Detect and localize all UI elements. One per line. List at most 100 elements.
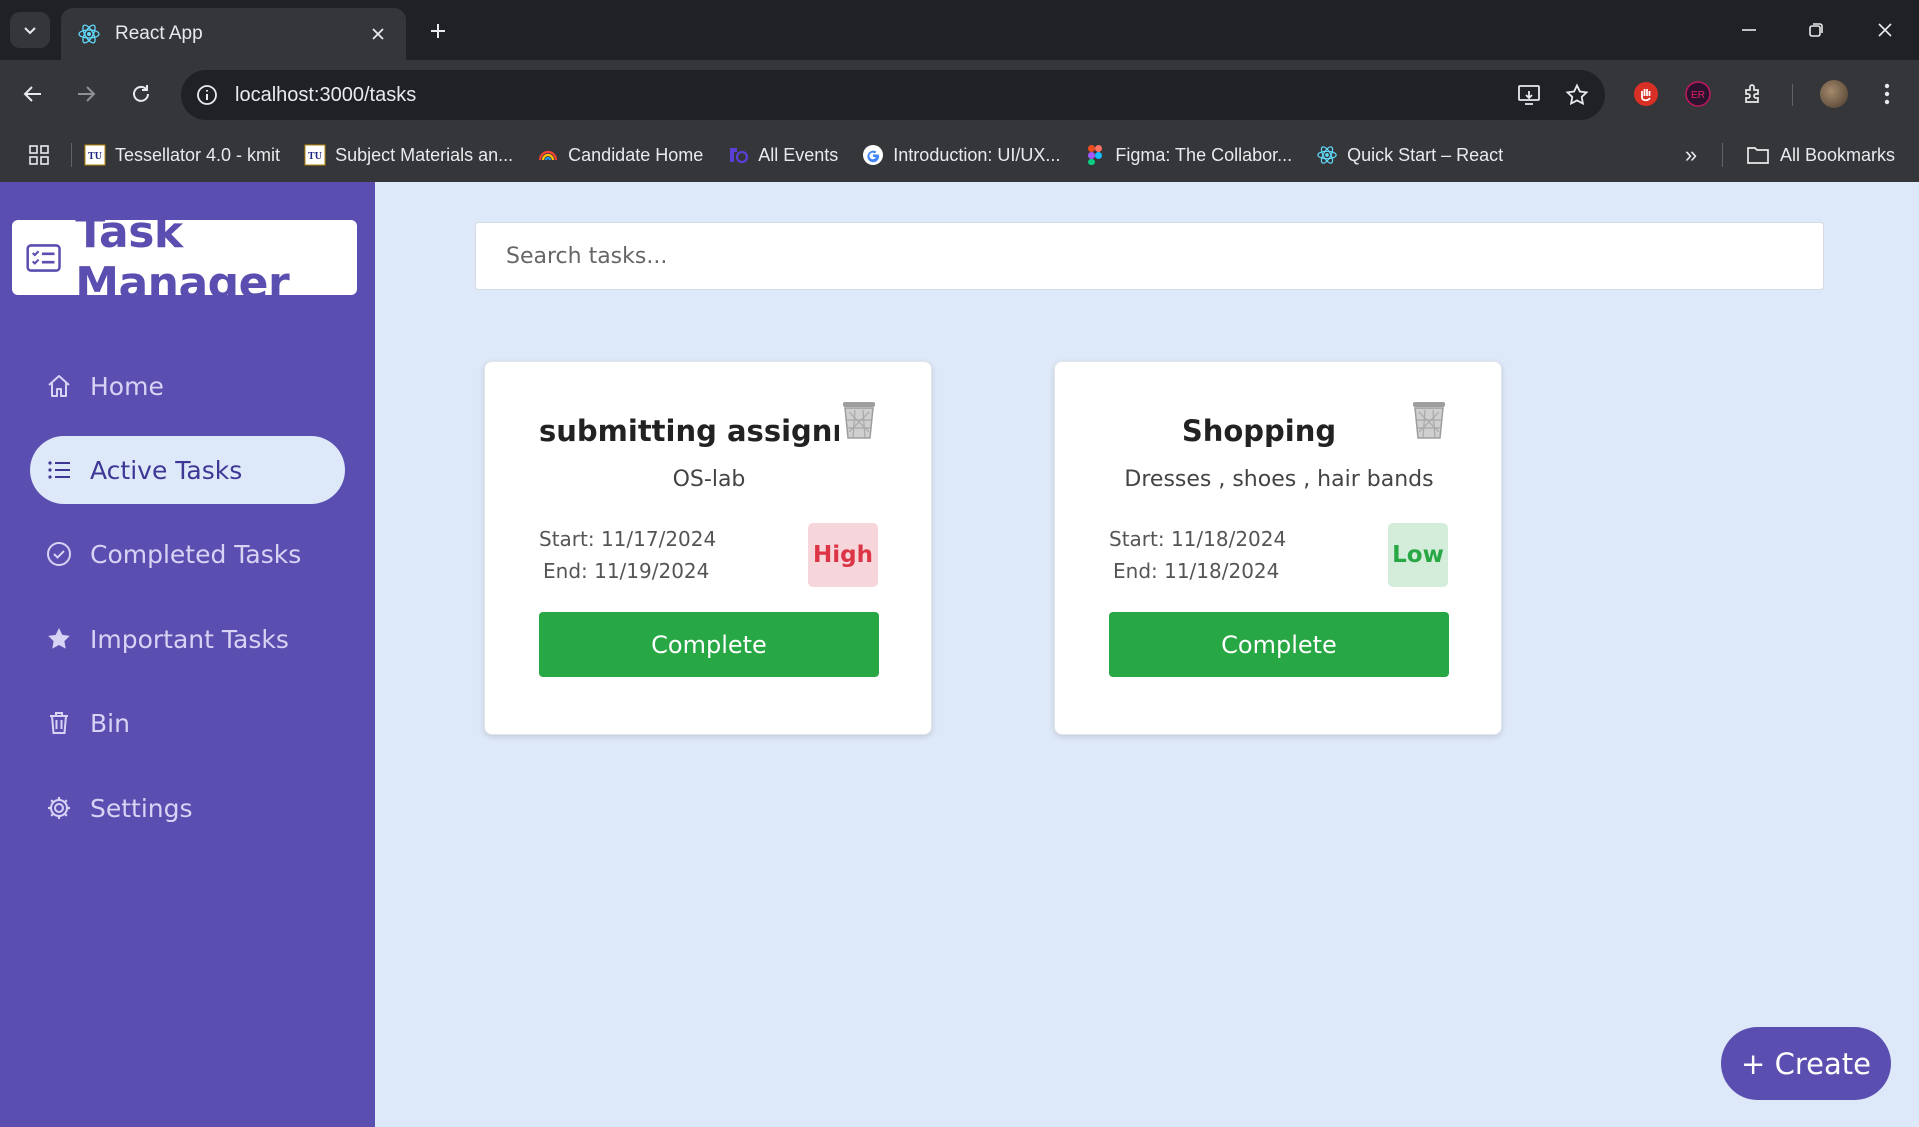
- create-task-button[interactable]: + Create: [1721, 1027, 1891, 1100]
- bookmarks-divider: [1722, 143, 1723, 167]
- restore-button[interactable]: [1793, 12, 1839, 48]
- sidebar-item-label: Important Tasks: [90, 624, 289, 654]
- browser-tab-bar: React App: [0, 0, 1919, 60]
- bookmark-label: Introduction: UI/UX...: [893, 144, 1061, 165]
- bookmark-label: Candidate Home: [568, 144, 704, 165]
- task-title: Shopping: [1181, 414, 1337, 448]
- svg-text:TU: TU: [88, 151, 102, 162]
- sidebar-item-label: Active Tasks: [90, 455, 243, 485]
- sidebar-item-label: Settings: [90, 793, 193, 823]
- bookmark-subject-materials[interactable]: TU Subject Materials an...: [304, 144, 513, 166]
- search-input[interactable]: [475, 222, 1824, 290]
- forward-button[interactable]: [66, 74, 106, 114]
- bookmark-candidate-home[interactable]: Candidate Home: [537, 144, 703, 166]
- check-circle-icon: [44, 539, 74, 569]
- tu-logo-icon: TU: [84, 144, 106, 166]
- url-text[interactable]: localhost:3000/tasks: [235, 84, 1509, 107]
- minimize-button[interactable]: [1726, 12, 1772, 48]
- back-button[interactable]: [13, 74, 53, 114]
- complete-button[interactable]: Complete: [1109, 612, 1449, 677]
- sidebar-item-home[interactable]: Home: [30, 352, 345, 420]
- close-window-button[interactable]: [1862, 12, 1908, 48]
- trash-icon: [44, 708, 74, 738]
- task-end-date: End: 11/18/2024: [1113, 559, 1280, 583]
- task-list-icon: [26, 243, 61, 272]
- list-icon: [44, 455, 74, 485]
- bookmarks-bar: TU Tessellator 4.0 - kmit TU Subject Mat…: [0, 128, 1919, 182]
- rainbow-icon: [537, 144, 559, 166]
- task-start-date: Start: 11/18/2024: [1109, 527, 1287, 551]
- bookmark-label: Quick Start – React: [1347, 144, 1504, 165]
- restore-icon: [1809, 23, 1823, 37]
- delete-bin-icon[interactable]: [841, 400, 877, 440]
- task-description: Dresses , shoes , hair bands: [1124, 467, 1434, 492]
- complete-button[interactable]: Complete: [539, 612, 879, 677]
- profile-avatar[interactable]: [1814, 74, 1854, 114]
- app-title: Task Manager: [75, 206, 290, 309]
- apps-grid-icon[interactable]: [19, 135, 59, 175]
- svg-text:TU: TU: [308, 151, 322, 162]
- gear-icon: [44, 793, 74, 823]
- tab-title: React App: [115, 23, 203, 44]
- all-bookmarks-label: All Bookmarks: [1780, 144, 1896, 165]
- sidebar-item-important-tasks[interactable]: Important Tasks: [30, 605, 345, 673]
- figma-icon: [1084, 144, 1106, 166]
- more-vertical-icon: [1884, 83, 1890, 105]
- sidebar: Task Manager Home Active Tasks Completed…: [0, 182, 375, 1127]
- browser-tab-active[interactable]: React App: [61, 8, 406, 60]
- stop-extension-icon[interactable]: [1626, 74, 1666, 114]
- task-description: OS-lab: [672, 467, 746, 492]
- tu-logo-icon: TU: [304, 144, 326, 166]
- bookmark-quick-start-react[interactable]: Quick Start – React: [1316, 144, 1503, 166]
- task-card: Shopping Dresses , shoes , hair bands St…: [1054, 361, 1502, 735]
- unstop-icon: [727, 144, 749, 166]
- app-viewport: Task Manager Home Active Tasks Completed…: [0, 182, 1919, 1127]
- bookmark-tessellator[interactable]: TU Tessellator 4.0 - kmit: [84, 144, 280, 166]
- more-bookmarks-chevron-icon[interactable]: »: [1674, 138, 1708, 172]
- all-bookmarks-button[interactable]: All Bookmarks: [1746, 138, 1895, 172]
- google-icon: [862, 144, 884, 166]
- home-icon: [44, 371, 74, 401]
- sidebar-item-label: Home: [90, 371, 164, 401]
- sidebar-item-completed-tasks[interactable]: Completed Tasks: [30, 520, 345, 588]
- arrow-left-icon: [23, 86, 41, 102]
- reload-icon: [133, 85, 149, 102]
- new-tab-button[interactable]: [420, 13, 456, 49]
- react-icon: [78, 24, 100, 44]
- install-app-icon[interactable]: [1509, 75, 1549, 115]
- sidebar-item-label: Bin: [90, 708, 130, 738]
- task-end-date: End: 11/19/2024: [543, 559, 710, 583]
- bookmark-star-icon[interactable]: [1557, 75, 1597, 115]
- reload-button[interactable]: [121, 74, 161, 114]
- bookmark-figma[interactable]: Figma: The Collabor...: [1084, 144, 1292, 166]
- close-tab-icon[interactable]: [366, 22, 390, 46]
- toolbar-divider: [1792, 84, 1793, 106]
- browser-menu-button[interactable]: [1867, 74, 1907, 114]
- folder-icon: [1747, 147, 1769, 164]
- address-bar[interactable]: localhost:3000/tasks: [181, 70, 1605, 120]
- extension-badge-icon[interactable]: ER: [1678, 74, 1718, 114]
- avatar: [1820, 80, 1848, 108]
- sidebar-item-label: Completed Tasks: [90, 539, 302, 569]
- sidebar-item-bin[interactable]: Bin: [30, 689, 345, 757]
- sidebar-item-active-tasks[interactable]: Active Tasks: [30, 436, 345, 504]
- bookmarks-divider: [71, 143, 72, 167]
- priority-badge: High: [808, 523, 878, 587]
- site-info-icon[interactable]: [189, 77, 225, 113]
- browser-toolbar: localhost:3000/tasks ER: [0, 60, 1919, 128]
- bookmark-label: All Events: [758, 144, 839, 165]
- sidebar-item-settings[interactable]: Settings: [30, 774, 345, 842]
- plus-icon: [431, 24, 445, 38]
- star-icon: [44, 624, 74, 654]
- tab-search-button[interactable]: [10, 12, 50, 48]
- task-start-date: Start: 11/17/2024: [539, 527, 717, 551]
- chevron-down-icon: [24, 27, 36, 35]
- app-logo[interactable]: Task Manager: [12, 207, 357, 309]
- arrow-right-icon: [78, 86, 96, 102]
- bookmark-label: Figma: The Collabor...: [1115, 144, 1293, 165]
- bookmark-all-events[interactable]: All Events: [727, 144, 838, 166]
- extensions-puzzle-icon[interactable]: [1734, 74, 1774, 114]
- bookmark-label: Subject Materials an...: [335, 144, 514, 165]
- delete-bin-icon[interactable]: [1411, 400, 1447, 440]
- bookmark-introduction-uiux[interactable]: Introduction: UI/UX...: [862, 144, 1060, 166]
